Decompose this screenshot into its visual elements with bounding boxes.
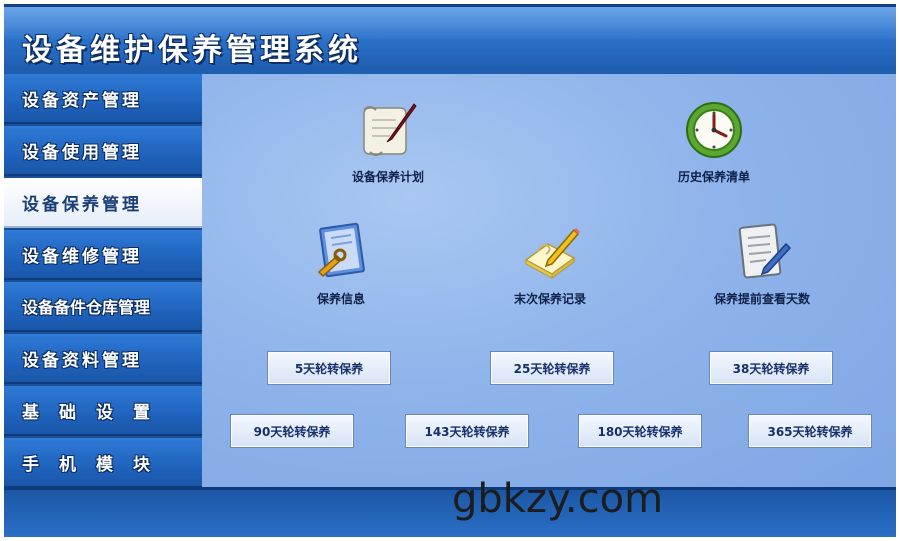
module-maintenance-plan-label: 设备保养计划 [351, 170, 424, 184]
sidebar-item-asset-management[interactable]: 设备资产管理 [4, 74, 202, 124]
clipboard-pen-icon [738, 223, 792, 279]
rotation-5-days-button[interactable]: 5天轮转保养 [267, 351, 391, 385]
sidebar-item-spare-parts-warehouse[interactable]: 设备备件仓库管理 [4, 282, 202, 332]
module-maintenance-history[interactable]: 历史保养清单 [654, 98, 774, 185]
document-wrench-icon [317, 222, 365, 278]
sidebar-item-documents-management[interactable]: 设备资料管理 [4, 334, 202, 384]
module-last-maintenance-record-label: 末次保养记录 [513, 292, 586, 306]
rotation-180-days-button[interactable]: 180天轮转保养 [578, 414, 702, 448]
rotation-38-days-button[interactable]: 38天轮转保养 [709, 351, 833, 385]
sidebar-item-repair-management[interactable]: 设备维修管理 [4, 230, 202, 280]
rotation-143-days-button[interactable]: 143天轮转保养 [405, 414, 529, 448]
notepad-pencil-icon [524, 228, 580, 279]
module-last-maintenance-record[interactable]: 末次保养记录 [490, 220, 610, 307]
rotation-90-days-button[interactable]: 90天轮转保养 [230, 414, 354, 448]
main-content: 设备保养计划 历史保养清单 保养信息 末次保养记录 保养提前查看天数 5天轮转保… [202, 74, 896, 487]
rotation-25-days-button[interactable]: 25天轮转保养 [490, 351, 614, 385]
sidebar-item-basic-settings[interactable]: 基础设置 [4, 386, 202, 436]
sidebar-item-mobile-module[interactable]: 手机模块 [4, 438, 202, 488]
module-maintenance-history-label: 历史保养清单 [677, 170, 750, 184]
watermark-text: gbkzy.com [452, 476, 664, 522]
module-maintenance-info[interactable]: 保养信息 [286, 220, 396, 307]
footer-bar [4, 487, 896, 537]
rotation-365-days-button[interactable]: 365天轮转保养 [748, 414, 872, 448]
module-advance-view-days-label: 保养提前查看天数 [713, 292, 810, 306]
module-maintenance-info-label: 保养信息 [316, 292, 365, 306]
sidebar-item-usage-management[interactable]: 设备使用管理 [4, 126, 202, 176]
title-bar: 设备维护保养管理系统 [4, 4, 896, 70]
sidebar: 设备资产管理 设备使用管理 设备保养管理 设备维修管理 设备备件仓库管理 设备资… [4, 74, 202, 488]
sidebar-item-maintenance-management[interactable]: 设备保养管理 [4, 178, 202, 228]
module-advance-view-days[interactable]: 保养提前查看天数 [692, 220, 832, 307]
module-maintenance-plan[interactable]: 设备保养计划 [328, 98, 448, 185]
app-title: 设备维护保养管理系统 [22, 33, 362, 68]
clock-icon [686, 102, 742, 158]
scroll-quill-icon [363, 103, 417, 156]
